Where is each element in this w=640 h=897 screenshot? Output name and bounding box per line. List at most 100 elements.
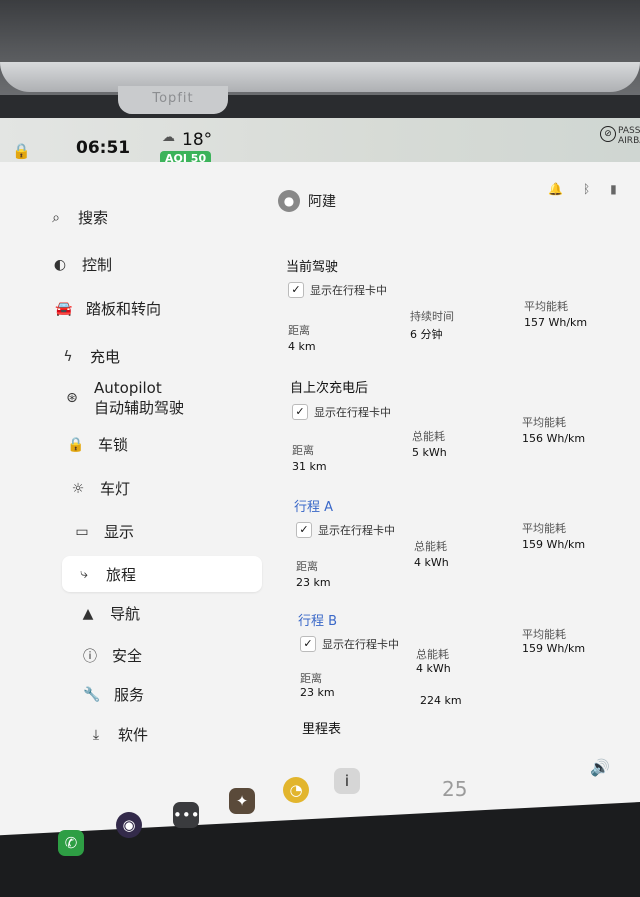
trip-b-avg: 159 Wh/km [522,642,586,655]
sidebar-item-locks[interactable]: 🔒 车锁 [66,434,128,455]
trip-a-distance: 23 km [296,576,331,589]
avatar: ● [278,190,300,212]
phone-icon[interactable]: ✆ [58,830,84,856]
trip-b-energy: 4 kWh [416,662,451,675]
safety-icon: ⓘ [83,648,97,665]
user-name: 阿建 [308,194,336,210]
section-trip-a: 行程 A [294,500,334,515]
sidebar-item-service[interactable]: 🔧 服务 [82,684,144,705]
current-duration: 6 分钟 [410,328,443,341]
airbag-off-icon: ⊘ [600,126,616,142]
section-odometer: 里程表 [302,722,342,737]
clock: 06:51 [76,138,131,158]
user-profile[interactable]: ● 阿建 [278,190,336,212]
sidebar-item-display[interactable]: ▭ 显示 [72,521,134,542]
checkbox[interactable]: ✓ [288,282,304,298]
display-icon: ▭ [75,523,89,540]
checkbox-label: 显示在行程卡中 [318,524,395,537]
sidebar-item-software[interactable]: ⤓ 软件 [86,724,148,745]
lock-icon: 🔒 [67,436,85,453]
navigation-icon: ▲ [82,605,94,622]
current-distance: 4 km [288,340,316,353]
stat-label: 总能耗 [416,648,449,661]
section-trip-b: 行程 B [298,614,338,629]
sidebar-item-search[interactable]: ⌕ 搜索 [46,207,108,228]
sidebar-item-pedals-steering[interactable]: 🚘 踏板和转向 [54,298,161,319]
trip-a-energy: 4 kWh [414,556,449,569]
stat-label: 平均能耗 [522,416,566,429]
stat-label: 持续时间 [410,310,454,323]
volume-icon[interactable]: 🔊 [590,758,610,777]
camera-icon[interactable]: ◉ [116,812,142,838]
sidebar-item-label: 显示 [104,523,135,541]
dashcam-brand: Topfit [118,86,228,114]
bottom-dock [0,802,640,897]
sidebar-item-controls[interactable]: ◐ 控制 [50,254,112,275]
checkbox[interactable]: ✓ [296,522,312,538]
bluetooth-icon[interactable]: ᛒ [583,182,610,196]
sidebar-item-label: 软件 [118,726,149,744]
steering-wheel-icon: ⊛ [66,390,78,406]
current-avg: 157 Wh/km [524,316,588,329]
stat-label: 距离 [292,444,314,457]
sidebar-item-lights[interactable]: ☼ 车灯 [68,478,130,499]
download-icon: ⤓ [92,726,100,743]
checkbox[interactable]: ✓ [300,636,316,652]
sidebar-item-label: Autopilot 自动辅助驾驶 [94,379,185,417]
toybox-icon[interactable]: ✦ [229,788,255,814]
passenger-airbag-status: PASSEN AIRBAG [618,126,640,146]
since-charge-distance: 31 km [292,460,327,473]
search-icon: ⌕ [52,209,60,226]
more-apps-icon[interactable]: ••• [173,802,200,828]
sidebar-item-label: 充电 [90,348,121,366]
sidebar-item-label: 服务 [114,686,145,704]
wrench-icon: 🔧 [83,686,101,703]
weather-icon: ☁ [162,130,175,145]
stat-label: 距离 [296,560,318,573]
sidebar-item-label: 踏板和转向 [86,300,162,318]
sidebar-item-trips[interactable]: ⤷ 旅程 [62,556,262,592]
stat-label: 总能耗 [414,540,447,553]
games-icon[interactable]: ◔ [283,777,309,803]
current-drive-show-toggle[interactable]: ✓ 显示在行程卡中 [288,282,387,298]
sidebar-item-label: 控制 [82,256,113,274]
checkbox-label: 显示在行程卡中 [310,284,387,297]
touchscreen: 🔒 06:51 ☁ 18° AQI 50 PASSEN AIRBAG ⊘ ⌕ 搜… [0,118,640,897]
stat-label: 平均能耗 [524,300,568,313]
toggle-icon: ◐ [53,256,67,273]
sidebar-item-charging[interactable]: ϟ 充电 [58,346,120,367]
checkbox[interactable]: ✓ [292,404,308,420]
status-bar: 🔒 06:51 ☁ 18° AQI 50 PASSEN AIRBAG ⊘ [0,118,640,166]
sidebar-item-label: 导航 [110,605,141,623]
since-charge-energy: 5 kWh [412,446,447,459]
sidebar-item-navigation[interactable]: ▲ 导航 [78,603,140,624]
trip-b-distance: 23 km [300,686,335,699]
bell-icon[interactable]: 🔔 [548,182,583,196]
info-icon[interactable]: i [334,768,360,794]
light-icon: ☼ [71,480,85,497]
stat-label: 平均能耗 [522,628,566,641]
top-status-icons: 🔔ᛒ▮ [548,182,637,196]
stat-label: 距离 [288,324,310,337]
trip-a-show-toggle[interactable]: ✓ 显示在行程卡中 [296,522,395,538]
outside-temperature: 18° [182,130,213,150]
sidebar-item-safety[interactable]: ⓘ 安全 [80,645,142,666]
since-charge-show-toggle[interactable]: ✓ 显示在行程卡中 [292,404,391,420]
sidebar-item-autopilot[interactable]: ⊛ Autopilot 自动辅助驾驶 [62,378,184,418]
settings-panel: ⌕ 搜索 ◐ 控制 🚘 踏板和转向 ϟ 充电 ⊛ Autopilot 自动辅助驾… [0,162,640,897]
stat-label: 总能耗 [412,430,445,443]
car-icon: 🚘 [55,300,73,317]
trip-b-show-toggle[interactable]: ✓ 显示在行程卡中 [300,636,399,652]
bolt-icon: ϟ [63,348,73,365]
sidebar-item-label: 旅程 [106,565,137,584]
signal-icon: ▮ [610,182,637,196]
display-rim [0,62,640,92]
since-charge-avg: 156 Wh/km [522,432,586,445]
sidebar-item-label: 安全 [112,647,143,665]
sidebar-item-label: 搜索 [78,209,109,227]
lock-icon[interactable]: 🔒 [12,142,31,160]
trip-a-avg: 159 Wh/km [522,538,586,551]
cabin-temperature[interactable]: 25 [442,777,467,801]
stat-label: 距离 [300,672,322,685]
section-since-charge: 自上次充电后 [290,381,369,396]
